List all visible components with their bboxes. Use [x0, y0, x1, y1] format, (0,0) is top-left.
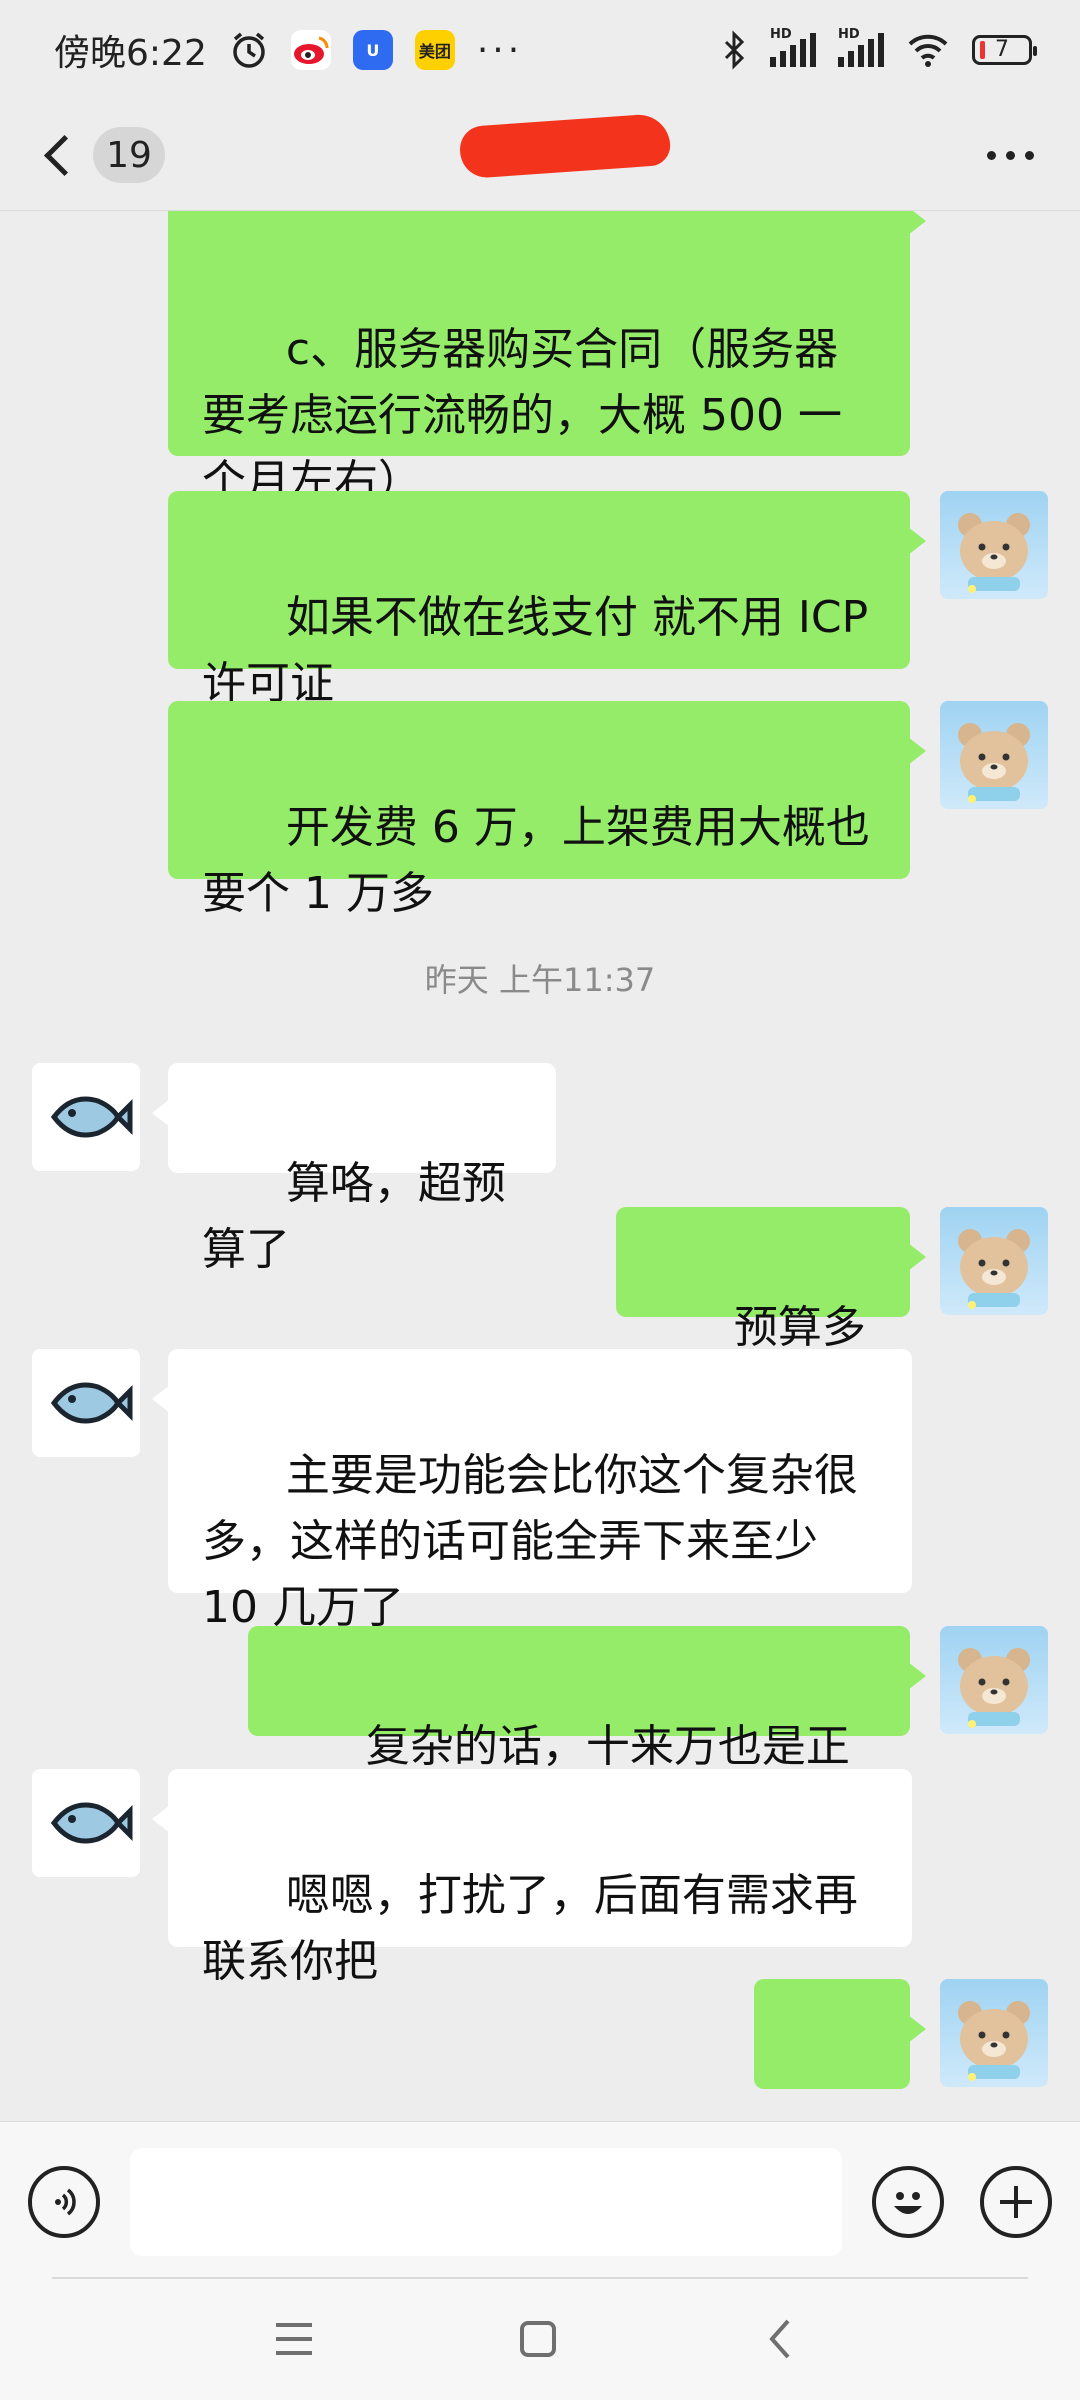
avatar-self[interactable]	[940, 1979, 1048, 2087]
avatar-self[interactable]	[940, 491, 1048, 599]
message-bubble-received[interactable]: 算咯，超预算了	[152, 1063, 556, 1275]
home-square-icon[interactable]	[518, 2319, 558, 2359]
system-navigation-bar	[0, 2279, 1080, 2400]
message-text: 如果不做在线支付 就不用 ICP 许可证	[202, 592, 883, 709]
more-horizontal-icon	[987, 150, 996, 160]
message-bubble-sent[interactable]: 如果不做在线支付 就不用 ICP 许可证	[168, 491, 926, 709]
message-bubble-sent[interactable]: 好的	[754, 1979, 926, 2089]
more-dot	[1025, 150, 1034, 160]
battery-level: 7	[995, 37, 1009, 62]
message-text: 算咯，超预算了	[202, 1158, 506, 1275]
back-button[interactable]: 19	[40, 127, 165, 183]
message-list[interactable]: c、服务器购买合同（服务器要考虑运行流畅的，大概 500 一个月左右） 如果不做…	[0, 211, 1080, 2121]
message-text: 开发费 6 万，上架费用大概也要个 1 万多	[202, 802, 870, 919]
message-bubble-received[interactable]: 嗯嗯，打扰了，后面有需求再联系你把	[152, 1769, 912, 1987]
meituan-icon: 美团	[414, 30, 455, 70]
more-options-button[interactable]	[987, 150, 1034, 160]
bear-avatar-icon	[958, 2001, 1030, 2081]
avatar-self[interactable]	[940, 1626, 1048, 1734]
voice-icon	[55, 2188, 76, 2216]
emoji-icon	[894, 2192, 922, 2214]
message-input-bar	[0, 2121, 1080, 2282]
status-bar-right: HD HD 7	[720, 27, 1037, 70]
fish-avatar-icon	[50, 1382, 133, 1424]
add-attachment-button[interactable]	[980, 2166, 1052, 2238]
bear-avatar-icon	[958, 723, 1030, 803]
status-time: 傍晚6:22	[54, 33, 207, 74]
status-bar-left: 傍晚6:22 U 美团 ···	[54, 24, 523, 76]
menu-icon[interactable]	[272, 2319, 316, 2359]
voice-input-button[interactable]	[28, 2166, 100, 2238]
avatar-contact[interactable]	[32, 1349, 140, 1457]
alarm-clock-icon	[233, 32, 265, 68]
message-timestamp: 昨天 上午11:37	[424, 961, 656, 999]
battery-icon: 7	[972, 35, 1037, 65]
message-text: c、服务器购买合同（服务器要考虑运行流畅的，大概 500 一个月左右）	[202, 324, 842, 507]
message-text: 主要是功能会比你这个复杂很多，这样的话可能全弄下来至少 10 几万了	[202, 1450, 858, 1633]
chat-screen: 傍晚6:22 U 美团 ··· HD HD 7 19 c、服务器购买合同（服务器…	[0, 0, 1080, 2400]
message-bubble-sent[interactable]: 预算多少呢	[616, 1207, 926, 1419]
bluetooth-icon	[724, 30, 745, 70]
avatar-contact[interactable]	[32, 1063, 140, 1171]
app-u-icon: U	[352, 30, 393, 70]
avatar-self[interactable]	[940, 1207, 1048, 1315]
message-bubble-sent[interactable]: 开发费 6 万，上架费用大概也要个 1 万多	[168, 701, 926, 919]
message-text-input[interactable]	[130, 2148, 842, 2256]
message-bubble-sent[interactable]: 复杂的话，十来万也是正常的	[248, 1626, 926, 1838]
signal-hd-1-icon: HD	[770, 27, 816, 67]
more-dot	[1006, 150, 1015, 160]
status-more-dots: ···	[476, 29, 524, 71]
avatar-contact[interactable]	[32, 1769, 140, 1877]
bear-avatar-icon	[958, 513, 1030, 593]
plus-icon	[1000, 2186, 1032, 2218]
chevron-left-icon	[43, 134, 86, 176]
bear-avatar-icon	[958, 1229, 1030, 1309]
fish-avatar-icon	[50, 1802, 133, 1844]
bear-avatar-icon	[958, 1648, 1030, 1728]
message-text: 嗯嗯，打扰了，后面有需求再联系你把	[202, 1870, 858, 1987]
wifi-icon	[908, 34, 948, 67]
avatar-self[interactable]	[940, 701, 1048, 809]
signal-hd-2-icon: HD	[838, 27, 884, 67]
emoji-button[interactable]	[872, 2166, 944, 2238]
weibo-icon	[290, 30, 331, 70]
message-bubble-sent[interactable]: c、服务器购买合同（服务器要考虑运行流畅的，大概 500 一个月左右）	[168, 211, 926, 507]
fish-avatar-icon	[50, 1096, 133, 1138]
message-bubble-received[interactable]: 主要是功能会比你这个复杂很多，这样的话可能全弄下来至少 10 几万了	[152, 1349, 912, 1633]
status-bar: 傍晚6:22 U 美团 ··· HD HD 7	[0, 0, 1080, 100]
nav-back-icon[interactable]	[764, 2317, 796, 2361]
unread-count-badge: 19	[93, 127, 165, 183]
